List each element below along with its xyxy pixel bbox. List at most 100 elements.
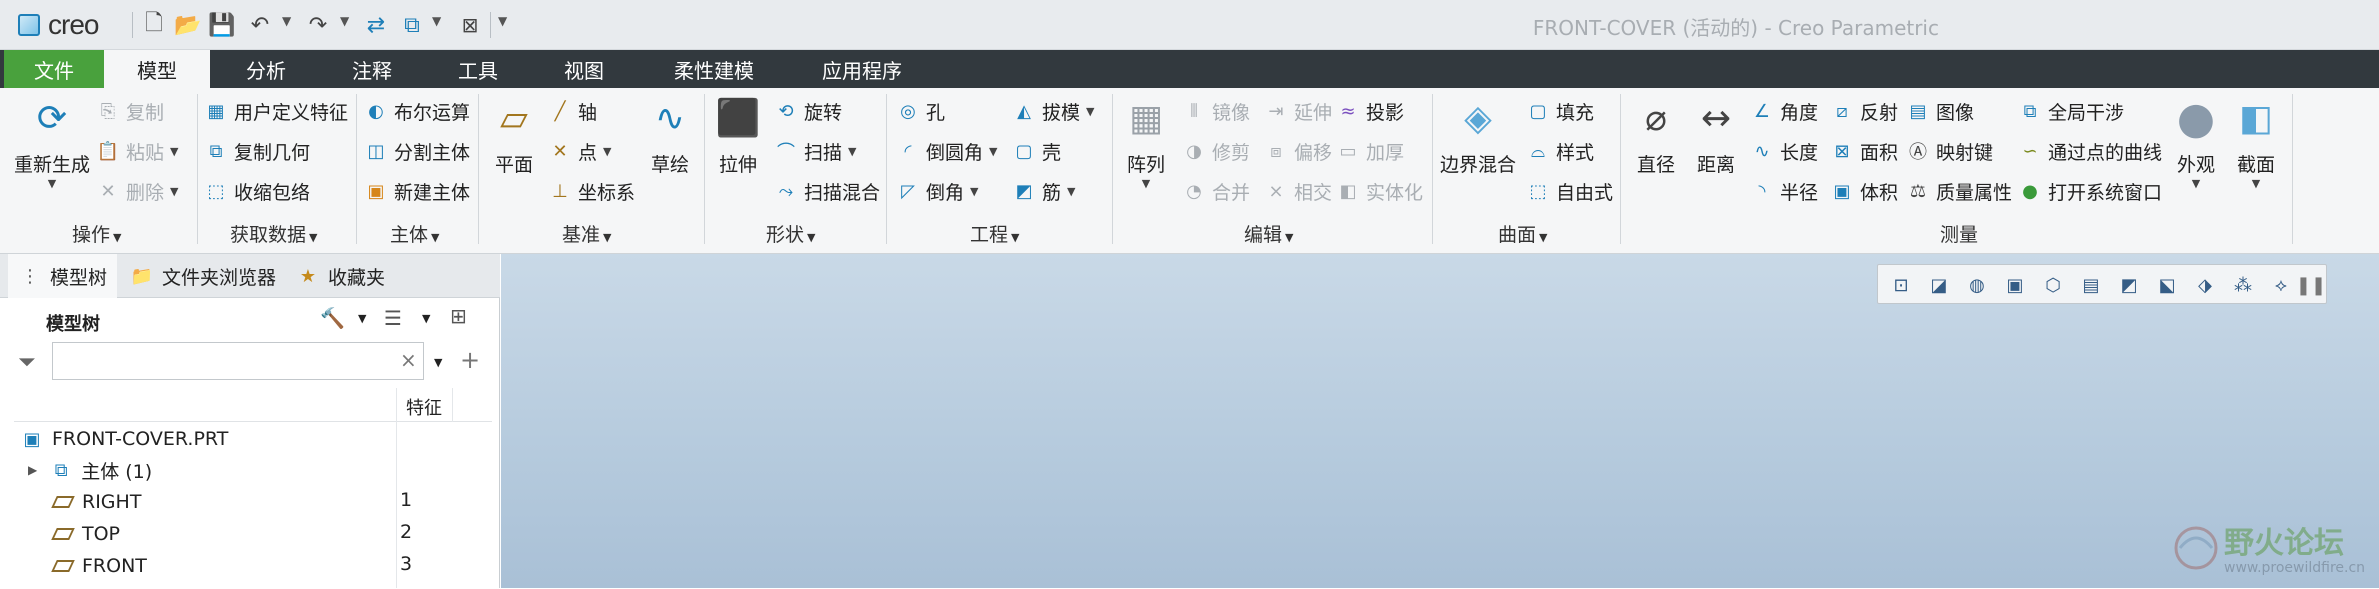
length-button[interactable]: ∿ 长度 xyxy=(1750,136,1818,166)
radius-button[interactable]: ◝ 半径 xyxy=(1750,176,1819,206)
angle-button[interactable]: ∠ 角度 xyxy=(1750,96,1818,126)
group-label-shapes[interactable]: 形状 ▼ xyxy=(766,220,815,247)
tab-model-tree[interactable]: ⋮ 模型树 xyxy=(8,254,118,298)
intersect-button[interactable]: ⨯ 相交 xyxy=(1264,176,1332,206)
round-button[interactable]: ◜ 倒圆角 ▼ xyxy=(896,136,998,166)
annotation-display-icon[interactable]: ⁂ xyxy=(2230,272,2256,298)
tab-analysis[interactable]: 分析 xyxy=(218,50,314,88)
shrinkwrap-button[interactable]: ⬚ 收缩包络 xyxy=(204,176,310,206)
redo-dropdown-icon[interactable]: ▼ xyxy=(340,14,349,28)
tab-folder-browser[interactable]: 📁 文件夹浏览器 xyxy=(120,254,286,298)
open-folder-icon[interactable]: 📂 xyxy=(174,11,202,39)
appearance-button[interactable]: ● 外观 ▼ xyxy=(2170,92,2222,191)
axis-button[interactable]: ╱ 轴 xyxy=(548,96,597,126)
tree-row-front[interactable]: FRONT xyxy=(51,551,147,581)
filter-icon[interactable]: ⏷ xyxy=(18,350,36,375)
regenerate-dropdown-icon[interactable]: ▼ xyxy=(48,177,56,190)
boolean-button[interactable]: ◐ 布尔运算 xyxy=(364,96,470,126)
draft-dropdown-icon[interactable]: ▼ xyxy=(1086,105,1094,118)
image-button[interactable]: ▤ 图像 xyxy=(1906,96,1974,126)
group-label-surfaces[interactable]: 曲面 ▼ xyxy=(1498,220,1547,247)
tab-annotate[interactable]: 注释 xyxy=(324,50,420,88)
section-dropdown-icon[interactable]: ▼ xyxy=(2252,177,2260,190)
group-label-editing[interactable]: 编辑 ▼ xyxy=(1244,220,1293,247)
mirror-button[interactable]: ⫴ 镜像 xyxy=(1182,96,1250,126)
merge-button[interactable]: ◔ 合并 xyxy=(1182,176,1250,206)
csys-display-icon[interactable]: ⟡ xyxy=(2268,272,2294,298)
regenerate-button[interactable]: ⟳ 重新生成 ▼ xyxy=(14,92,90,191)
hole-button[interactable]: ◎ 孔 xyxy=(896,96,945,126)
tab-favorites[interactable]: ★ 收藏夹 xyxy=(286,254,395,298)
group-label-engineering[interactable]: 工程 ▼ xyxy=(970,220,1019,247)
global-interference-button[interactable]: ⧉ 全局干涉 xyxy=(2018,96,2124,126)
pattern-button[interactable]: ▦ 阵列 ▼ xyxy=(1120,92,1172,191)
open-system-window-button[interactable]: ● 打开系统窗口 xyxy=(2018,176,2162,206)
tree-row-bodies[interactable]: ▶ ⧉ 主体 (1) xyxy=(28,455,152,485)
tree-show-icon[interactable]: ⊞ xyxy=(450,304,467,328)
tree-row-part[interactable]: ▣ FRONT-COVER.PRT xyxy=(20,424,228,454)
sketch-button[interactable]: ∿ 草绘 xyxy=(644,92,696,177)
rib-dropdown-icon[interactable]: ▼ xyxy=(1067,185,1075,198)
refit-icon[interactable]: ⊡ xyxy=(1888,272,1914,298)
extrude-button[interactable]: ⬛ 拉伸 xyxy=(712,92,764,177)
saved-orientations-icon[interactable]: ⬡ xyxy=(2040,272,2066,298)
clear-search-icon[interactable]: × xyxy=(400,348,417,372)
mass-properties-button[interactable]: ⚖ 质量属性 xyxy=(1906,176,2012,206)
tab-applications[interactable]: 应用程序 xyxy=(800,50,924,88)
offset-button[interactable]: ⧈ 偏移 xyxy=(1264,136,1332,166)
round-dropdown-icon[interactable]: ▼ xyxy=(989,145,997,158)
add-filter-icon[interactable]: + xyxy=(460,346,480,374)
model-tree-search-input[interactable] xyxy=(52,342,424,380)
tree-row-top[interactable]: TOP xyxy=(51,519,120,549)
trim-button[interactable]: ◑ 修剪 xyxy=(1182,136,1250,166)
sweep-dropdown-icon[interactable]: ▼ xyxy=(848,145,856,158)
thicken-button[interactable]: ▭ 加厚 xyxy=(1336,136,1404,166)
tree-filters-icon[interactable]: ☰ xyxy=(384,306,402,330)
group-label-get-data[interactable]: 获取数据 ▼ xyxy=(230,220,317,247)
diameter-button[interactable]: ⌀ 直径 xyxy=(1630,92,1682,177)
point-button[interactable]: ✕ 点 ▼ xyxy=(548,136,611,166)
feature-column-header[interactable]: 特征 xyxy=(406,394,442,420)
tab-tools[interactable]: 工具 xyxy=(430,50,526,88)
expand-arrow-icon[interactable]: ▶ xyxy=(28,463,37,477)
csys-button[interactable]: ⊥ 坐标系 xyxy=(548,176,635,206)
copy-geometry-button[interactable]: ⧉ 复制几何 xyxy=(204,136,310,166)
windows-dropdown-icon[interactable]: ▼ xyxy=(432,14,441,28)
delete-button[interactable]: ✕ 删除 ▼ xyxy=(96,176,178,206)
udf-button[interactable]: ▦ 用户定义特征 xyxy=(204,96,348,126)
group-label-datum[interactable]: 基准 ▼ xyxy=(562,220,611,247)
sweep-button[interactable]: ⌒ 扫描 ▼ xyxy=(774,136,856,166)
tree-filters-dropdown-icon[interactable]: ▼ xyxy=(422,312,430,325)
freestyle-button[interactable]: ⬚ 自由式 xyxy=(1526,176,1613,206)
paste-dropdown-icon[interactable]: ▼ xyxy=(170,145,178,158)
display-style-icon[interactable]: ▣ xyxy=(2002,272,2028,298)
pause-icon[interactable]: ❚❚ xyxy=(2296,272,2326,298)
tree-row-right[interactable]: RIGHT xyxy=(51,487,141,517)
paste-button[interactable]: 📋 粘贴 ▼ xyxy=(96,136,179,166)
tab-model[interactable]: 模型 xyxy=(104,50,210,89)
zoom-in-icon[interactable]: ◪ xyxy=(1926,272,1952,298)
copy-button[interactable]: ⎘ 复制 xyxy=(96,96,164,126)
shell-button[interactable]: ▢ 壳 xyxy=(1012,136,1061,166)
draft-button[interactable]: ◭ 拔模 ▼ xyxy=(1012,96,1094,126)
boundary-blend-button[interactable]: ◈ 边界混合 xyxy=(1440,92,1516,177)
windows-icon[interactable]: ⧉ xyxy=(398,11,426,39)
perspective-icon[interactable]: ◩ xyxy=(2116,272,2142,298)
undo-dropdown-icon[interactable]: ▼ xyxy=(282,14,291,28)
fill-button[interactable]: ▢ 填充 xyxy=(1526,96,1594,126)
datum-display-icon[interactable]: ⬗ xyxy=(2192,272,2218,298)
tab-flexible-modeling[interactable]: 柔性建模 xyxy=(652,50,776,88)
tree-settings-icon[interactable]: 🔨 xyxy=(320,306,345,330)
appearance-dropdown-icon[interactable]: ▼ xyxy=(2192,177,2200,190)
search-dropdown-icon[interactable]: ▼ xyxy=(434,356,442,369)
group-label-body[interactable]: 主体 ▼ xyxy=(390,220,439,247)
volume-button[interactable]: ▣ 体积 xyxy=(1830,176,1898,206)
group-label-operations[interactable]: 操作 ▼ xyxy=(72,220,121,247)
save-icon[interactable]: 💾 xyxy=(208,11,236,39)
plane-button[interactable]: ▱ 平面 xyxy=(488,92,540,177)
graphics-window[interactable] xyxy=(501,254,2379,588)
curve-through-points-button[interactable]: ∽ 通过点的曲线 xyxy=(2018,136,2162,166)
new-file-icon[interactable]: 🗋 xyxy=(140,11,168,39)
solidify-button[interactable]: ◧ 实体化 xyxy=(1336,176,1423,206)
regenerate-small-icon[interactable]: ⇄ xyxy=(362,11,390,39)
